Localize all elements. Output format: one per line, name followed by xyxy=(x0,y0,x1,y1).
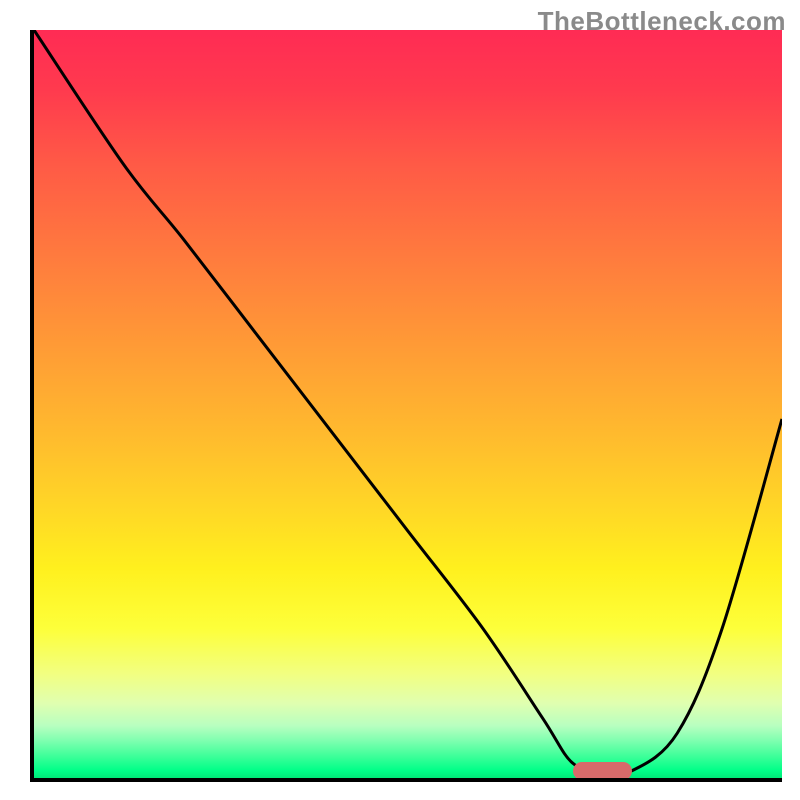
chart-frame: TheBottleneck.com xyxy=(0,0,800,800)
optimum-marker xyxy=(573,762,633,780)
curve-path xyxy=(34,30,782,774)
bottleneck-curve xyxy=(34,30,782,778)
plot-area xyxy=(30,30,782,782)
